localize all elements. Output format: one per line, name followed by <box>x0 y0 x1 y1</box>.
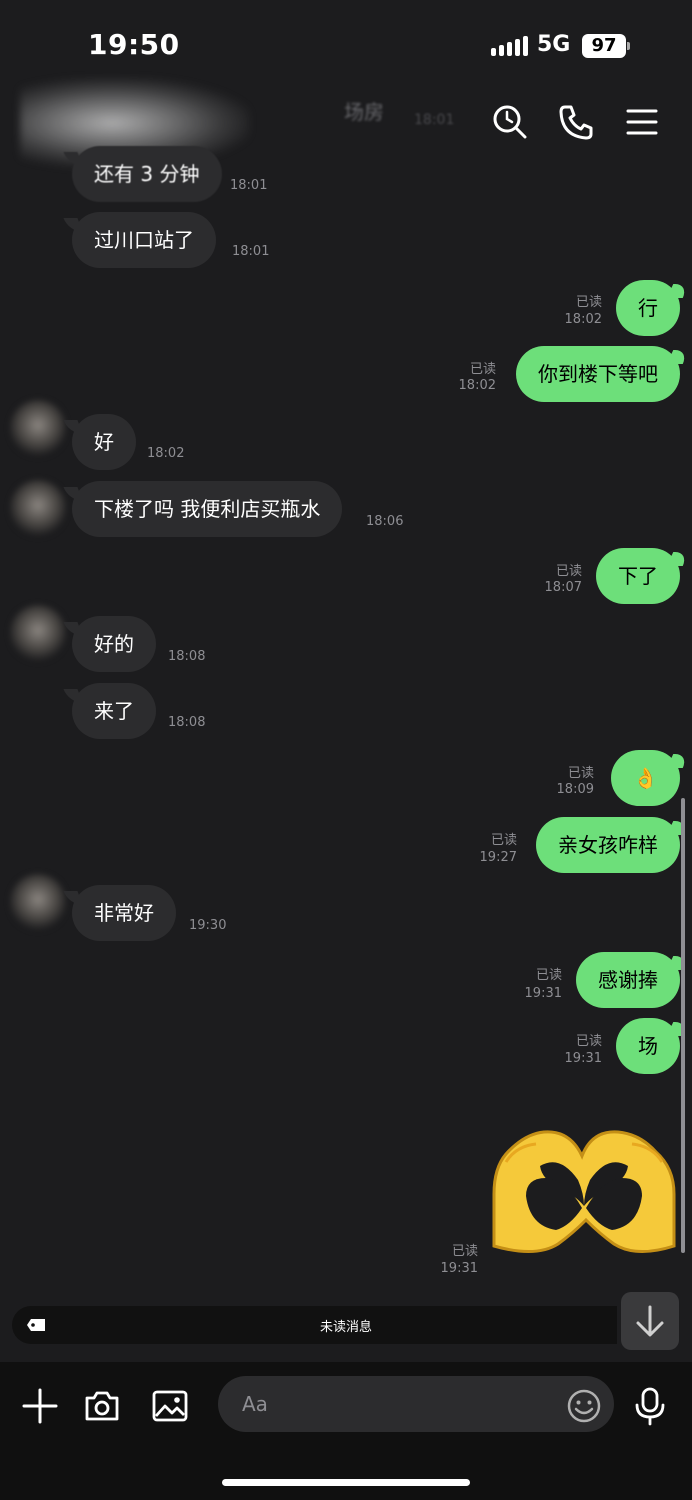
incoming-message-bubble[interactable]: 过川口站了 <box>72 212 216 268</box>
status-time: 19:50 <box>88 28 180 61</box>
message-time: 18:01 <box>232 244 270 259</box>
search-icon[interactable] <box>490 102 530 142</box>
message-read-status: 已读 <box>575 1034 602 1049</box>
incoming-message-bubble[interactable]: 下楼了吗 我便利店买瓶水 <box>72 481 343 537</box>
camera-icon[interactable] <box>82 1386 122 1426</box>
contact-avatar[interactable] <box>10 400 66 456</box>
message-read-status: 已读 <box>575 295 602 310</box>
message-time: 18:08 <box>168 649 206 664</box>
message-time: 18:06 <box>366 514 404 529</box>
message-read-status: 已读 <box>451 1244 478 1259</box>
message-time: 19:31 <box>564 1051 602 1066</box>
incoming-message-bubble[interactable]: 还有 3 分钟 <box>72 146 222 202</box>
message-read-status: 已读 <box>567 766 594 781</box>
message-time: 18:07 <box>544 580 582 595</box>
battery-icon <box>627 42 630 50</box>
message-time: 18:01 <box>230 178 268 193</box>
outgoing-message-bubble[interactable]: 行 <box>616 280 680 336</box>
outgoing-message-bubble[interactable]: 你到楼下等吧 <box>516 346 680 402</box>
message-time: 19:31 <box>524 986 562 1001</box>
incoming-message-bubble[interactable]: 非常好 <box>72 885 176 941</box>
outgoing-message-bubble[interactable]: 下了 <box>596 548 680 604</box>
unread-messages-label: 未读消息 <box>319 1320 372 1335</box>
scroll-to-bottom-button[interactable] <box>621 1292 679 1350</box>
network-type: 5G <box>537 32 571 57</box>
message-read-status: 已读 <box>535 968 562 983</box>
contact-avatar[interactable] <box>10 874 66 930</box>
incoming-message-bubble[interactable]: 好的 <box>72 616 156 672</box>
header-partial-time: 18:01 <box>414 112 455 128</box>
outgoing-message-bubble[interactable]: 👌 <box>611 750 680 806</box>
message-time: 18:02 <box>147 446 185 461</box>
message-time: 18:08 <box>168 715 206 730</box>
outgoing-message-bubble[interactable]: 感谢捧 <box>576 952 680 1008</box>
heart-hands-sticker[interactable] <box>486 1126 682 1262</box>
menu-icon[interactable] <box>622 102 662 142</box>
arrow-down-icon <box>636 1305 664 1337</box>
contact-avatar[interactable] <box>10 480 66 536</box>
contact-avatar[interactable] <box>10 605 66 661</box>
scrollbar[interactable] <box>681 798 685 1253</box>
emoji-icon[interactable] <box>566 1388 602 1424</box>
outgoing-message-bubble[interactable]: 场 <box>616 1018 680 1074</box>
message-read-status: 已读 <box>555 564 582 579</box>
message-time: 18:09 <box>556 782 594 797</box>
home-indicator[interactable] <box>222 1479 470 1486</box>
message-time: 19:27 <box>479 850 517 865</box>
message-time: 19:30 <box>189 918 227 933</box>
plus-icon[interactable] <box>20 1386 60 1426</box>
message-read-status: 已读 <box>469 362 496 377</box>
contact-name: 场房 <box>344 100 384 124</box>
message-time: 19:31 <box>440 1261 478 1276</box>
incoming-message-bubble[interactable]: 好 <box>72 414 136 470</box>
outgoing-message-bubble[interactable]: 亲女孩咋样 <box>536 817 680 873</box>
incoming-message-bubble[interactable]: 来了 <box>72 683 156 739</box>
signal-strength-icon <box>491 36 528 56</box>
message-time: 18:02 <box>564 312 602 327</box>
message-time: 18:02 <box>458 378 496 393</box>
microphone-icon[interactable] <box>630 1386 670 1426</box>
image-icon[interactable] <box>150 1386 190 1426</box>
battery-level: 97 <box>582 34 626 58</box>
message-read-status: 已读 <box>490 833 517 848</box>
message-input[interactable] <box>218 1376 614 1432</box>
phone-icon[interactable] <box>556 102 596 142</box>
